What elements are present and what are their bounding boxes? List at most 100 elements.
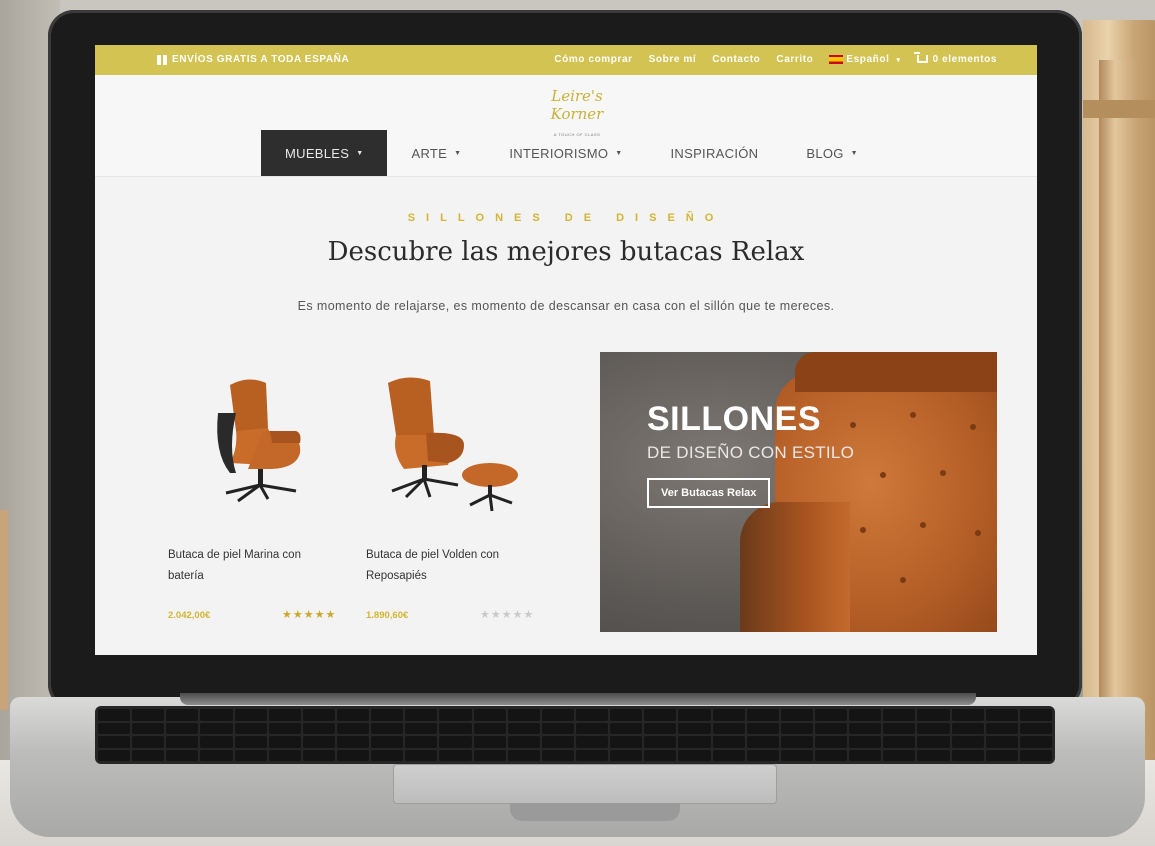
keyboard-key (917, 736, 950, 748)
top-links: Cómo comprar Sobre mí Contacto Carrito E… (554, 52, 997, 65)
keyboard-key (985, 709, 1018, 721)
tuft (920, 522, 926, 528)
nav-item-interiorismo[interactable]: INTERIORISMO ▼ (485, 130, 646, 176)
keyboard-key (951, 736, 984, 748)
rating-stars: ★★★★★ (480, 609, 535, 621)
keyboard-key (507, 709, 540, 721)
keyboard-key (849, 749, 882, 761)
keyboard-key (166, 709, 199, 721)
tuft (850, 422, 856, 428)
keyboard-key (746, 709, 779, 721)
keyboard-key (473, 736, 506, 748)
gift-icon (157, 54, 167, 65)
keyboard-key (985, 736, 1018, 748)
nav-item-inspiracion[interactable]: INSPIRACIÓN (647, 130, 783, 176)
keyboard-key (200, 709, 233, 721)
keyboard-key (712, 722, 745, 734)
keyboard-key (268, 709, 301, 721)
section-kicker: SILLONES DE DISEÑO (407, 212, 725, 224)
keyboard-key (371, 749, 404, 761)
site-header: Leire's Korner A TOUCH OF CLASS MUEBLES ▼… (95, 75, 1037, 177)
keyboard-key (575, 749, 609, 761)
keyboard-key (166, 736, 199, 748)
link-contacto[interactable]: Contacto (712, 54, 760, 65)
keyboard-key (1019, 736, 1052, 748)
keyboard-key (678, 709, 711, 721)
chevron-down-icon: ▾ (896, 57, 901, 64)
product-card[interactable]: Butaca de piel Volden con Reposapiés 1.8… (363, 363, 553, 625)
keyboard-key (575, 709, 609, 721)
banner-subtitle: DE DISEÑO CON ESTILO (647, 443, 855, 462)
keyboard-key (1019, 722, 1052, 734)
keyboard-key (507, 722, 540, 734)
keyboard-key (985, 749, 1018, 761)
nav-item-arte[interactable]: ARTE ▼ (387, 130, 485, 176)
product-name[interactable]: Butaca de piel Volden con Reposapiés (366, 545, 536, 587)
keyboard-key (336, 749, 370, 761)
language-label: Español (846, 54, 890, 65)
nav-item-blog[interactable]: BLOG ▼ (782, 130, 882, 176)
website-screen: ENVÍOS GRATIS A TODA ESPAÑA Cómo comprar… (95, 45, 1037, 655)
tuft (880, 472, 886, 478)
chevron-down-icon: ▼ (454, 149, 462, 157)
chevron-down-icon: ▼ (615, 149, 623, 157)
keyboard-key (541, 736, 574, 748)
keyboard-key (234, 709, 267, 721)
section-subtext: Es momento de relajarse, es momento de d… (297, 299, 835, 313)
keyboard-key (883, 736, 916, 748)
nav-item-muebles[interactable]: MUEBLES ▼ (261, 130, 388, 176)
keyboard-key (917, 749, 950, 761)
product-image[interactable] (363, 363, 553, 533)
keyboard-key (302, 709, 335, 721)
keyboard-key (405, 722, 438, 734)
link-como-comprar[interactable]: Cómo comprar (554, 54, 632, 65)
link-sobre-mi[interactable]: Sobre mí (649, 54, 697, 65)
keyboard-key (849, 709, 882, 721)
keyboard-key (98, 722, 131, 734)
keyboard-key (746, 722, 779, 734)
product-card[interactable]: Butaca de piel Marina con batería 2.042,… (165, 363, 355, 625)
promo-banner[interactable]: SILLONES DE DISEÑO CON ESTILO Ver Butaca… (600, 352, 997, 632)
keyboard-key (541, 749, 574, 761)
keyboard-key (371, 709, 404, 721)
chevron-down-icon: ▼ (356, 149, 364, 157)
cart-icon (913, 52, 928, 64)
product-name[interactable]: Butaca de piel Marina con batería (168, 545, 338, 587)
keyboard-key (780, 736, 813, 748)
spain-flag-icon (829, 54, 844, 64)
top-bar: ENVÍOS GRATIS A TODA ESPAÑA Cómo comprar… (95, 45, 1037, 75)
keyboard-key (644, 709, 677, 721)
chair-arm-image (740, 502, 850, 632)
keyboard-key (644, 749, 677, 761)
language-selector[interactable]: Español ▾ (829, 54, 900, 65)
nav-label: INTERIORISMO (509, 145, 609, 161)
keyboard-key (268, 722, 301, 734)
site-logo[interactable]: Leire's Korner A TOUCH OF CLASS (527, 87, 627, 137)
product-image[interactable] (165, 363, 355, 533)
keyboard-key (439, 736, 472, 748)
ver-butacas-relax-button[interactable]: Ver Butacas Relax (647, 478, 771, 508)
cart-link[interactable]: 0 elementos (913, 52, 997, 65)
keyboard-key (302, 736, 335, 748)
main-nav: MUEBLES ▼ ARTE ▼ INTERIORISMO ▼ INSPIRACIÓN… (261, 130, 882, 176)
keyboard-key (712, 749, 745, 761)
keyboard-key (849, 722, 882, 734)
link-carrito[interactable]: Carrito (776, 54, 813, 65)
section-headline: Descubre las mejores butacas Relax (327, 237, 805, 267)
cart-count: 0 elementos (932, 54, 997, 65)
keyboard-key (951, 749, 984, 761)
keyboard-key (814, 722, 848, 734)
keyboard-key (268, 736, 301, 748)
rating-stars: ★★★★★ (282, 609, 337, 621)
tuft (940, 470, 946, 476)
keyboard-key (234, 722, 267, 734)
chevron-down-icon: ▼ (850, 149, 858, 157)
promo-text: ENVÍOS GRATIS A TODA ESPAÑA (172, 54, 350, 65)
keyboard-key (780, 722, 813, 734)
tuft (860, 527, 866, 533)
keyboard-key (1019, 709, 1052, 721)
keyboard-key (371, 722, 404, 734)
keyboard-key (371, 736, 404, 748)
keyboard-key (336, 722, 370, 734)
keyboard-key (610, 749, 643, 761)
